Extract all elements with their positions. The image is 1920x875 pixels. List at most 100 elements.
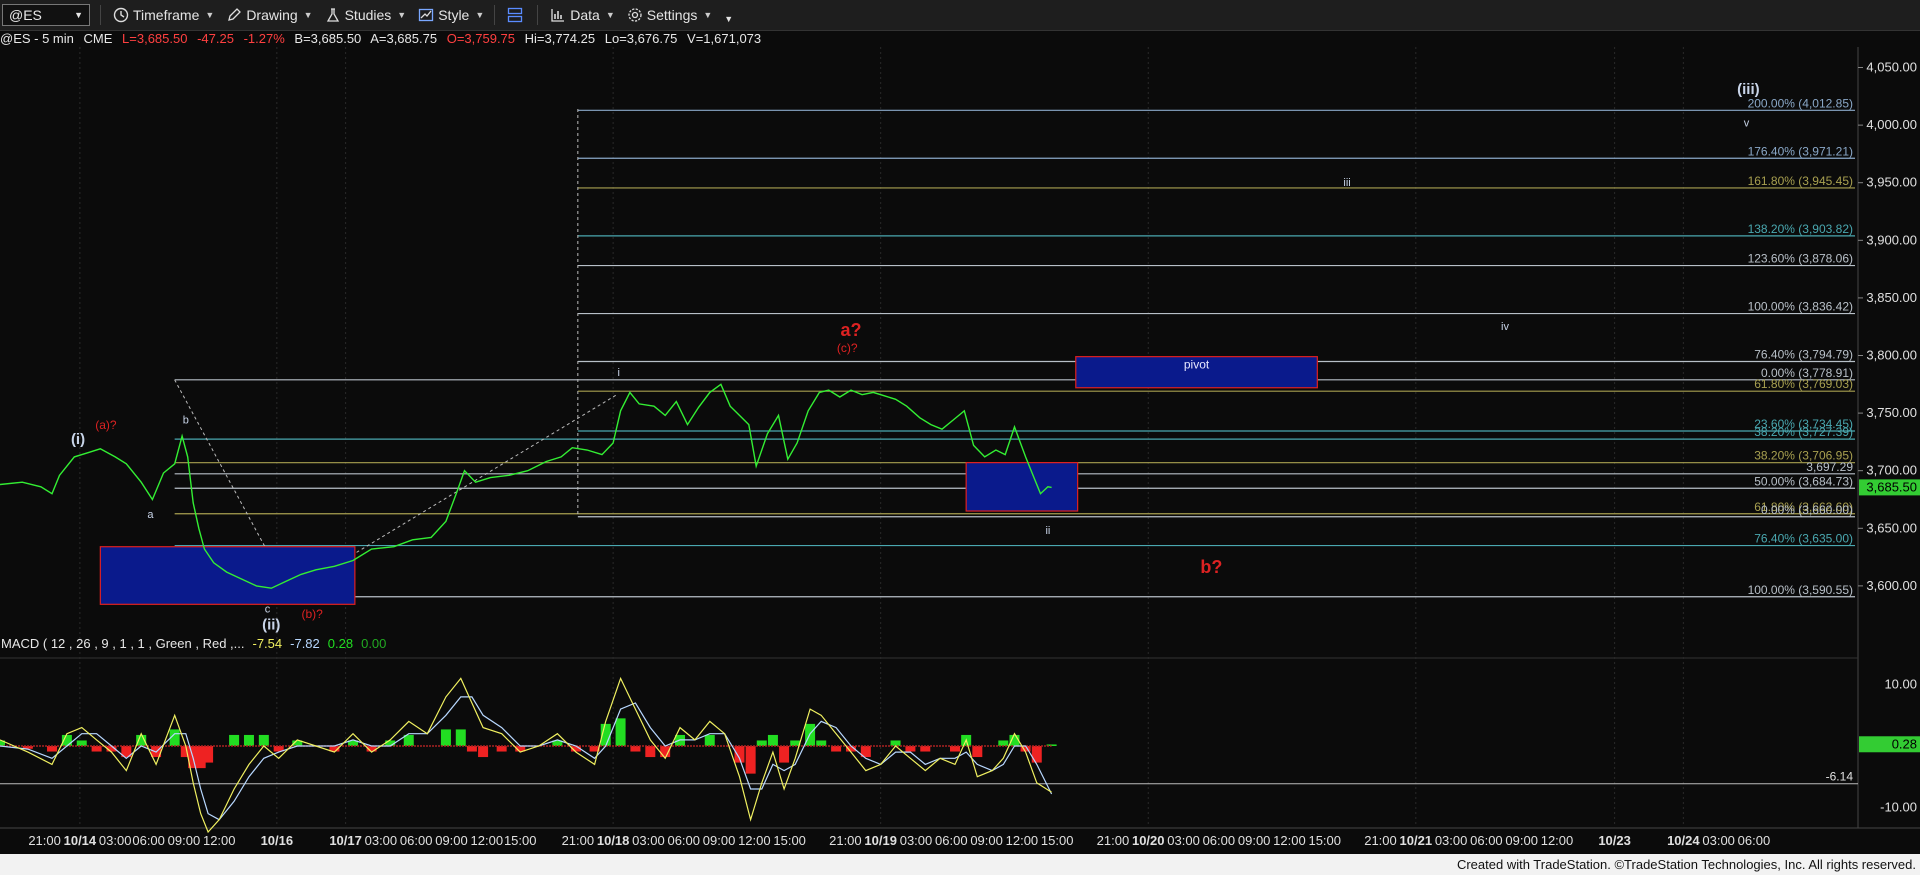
data-icon: [551, 9, 565, 22]
symbol-selector[interactable]: @ES ▼: [2, 4, 90, 26]
time-tick-label: 09:00: [703, 833, 736, 848]
pencil-icon: [228, 8, 242, 21]
toolbar-divider: [100, 5, 101, 25]
macd-histogram-bar: [455, 729, 466, 746]
wave-label: (iii): [1737, 81, 1760, 98]
data-menu[interactable]: Data ▼: [550, 7, 615, 23]
fib-level-label: 3,697.29: [1806, 460, 1853, 474]
fib-level-label: 200.00% (4,012.85): [1748, 96, 1853, 110]
macd-histogram-bar: [920, 746, 931, 752]
info-bid: B=3,685.50: [294, 31, 362, 46]
target-box: [965, 462, 1079, 512]
time-tick-label: 06:00: [132, 833, 165, 848]
data-label: Data: [570, 7, 600, 23]
wave-label: b: [183, 414, 189, 426]
toolbar-overflow[interactable]: ▼: [724, 6, 733, 24]
time-tick-label: 10/14: [64, 833, 97, 848]
studies-menu[interactable]: Studies ▼: [325, 7, 406, 23]
macd-histogram-bar: [972, 746, 983, 758]
time-tick-label: 10/20: [1132, 833, 1165, 848]
macd-histogram-bar: [734, 746, 745, 763]
last-price-label: 3,685.50: [1866, 479, 1917, 494]
macd-histogram-bar: [258, 734, 269, 746]
drawing-menu[interactable]: Drawing ▼: [226, 7, 313, 23]
price-chart[interactable]: 4,050.00 4,000.00 3,950.00 3,900.00 3,850.00…: [0, 47, 1920, 854]
wave-label: b?: [1200, 557, 1222, 577]
price-tick-label: 3,800.00: [1866, 348, 1917, 363]
toolbar-divider: [494, 5, 496, 25]
price-tick-label: 3,950.00: [1866, 175, 1917, 190]
fib-level-label: 38.20% (3,727.39): [1754, 425, 1853, 439]
toolbar-divider: [537, 5, 539, 25]
symbol-value: @ES: [9, 7, 42, 23]
price-tick-label: 3,700.00: [1866, 463, 1917, 478]
macd-value: 0.00: [361, 636, 386, 651]
target-box: [99, 546, 356, 605]
time-tick-label: 03:00: [1435, 833, 1468, 848]
time-tick-label: 03:00: [99, 833, 132, 848]
macd-level-label: -6.14: [1826, 770, 1854, 784]
time-tick-label: 21:00: [1364, 833, 1397, 848]
price-tick-label: 3,600.00: [1866, 578, 1917, 593]
time-tick-label: 15:00: [773, 833, 806, 848]
time-tick-label: 15:00: [1308, 833, 1341, 848]
layout-icon: [508, 7, 523, 23]
fib-level-label: 161.80% (3,945.45): [1748, 174, 1853, 188]
wave-label: iv: [1501, 321, 1509, 333]
wave-label: (b)?: [301, 607, 323, 621]
macd-histogram-bar: [831, 746, 842, 752]
macd-histogram-bar: [890, 740, 901, 746]
macd-histogram-bar: [243, 734, 254, 746]
info-open: O=3,759.75: [446, 31, 516, 46]
macd-histogram-bar: [767, 734, 778, 746]
settings-menu[interactable]: Settings ▼: [627, 7, 712, 23]
time-tick-label: 10/18: [597, 833, 630, 848]
macd-histogram-bar: [440, 729, 451, 746]
timeframe-menu[interactable]: Timeframe ▼: [113, 7, 214, 23]
price-tick-label: 3,850.00: [1866, 290, 1917, 305]
macd-histogram-bar: [704, 734, 715, 746]
info-last: L=3,685.50: [122, 31, 188, 46]
fib-level-label: 61.80% (3,769.03): [1754, 377, 1853, 391]
caret-down-icon: ▼: [303, 10, 313, 20]
macd-histogram-bar: [998, 740, 1009, 746]
fib-level-label: 176.40% (3,971.21): [1748, 144, 1853, 158]
fib-level-label: 76.40% (3,635.00): [1754, 532, 1853, 546]
price-axis-panel: [1858, 47, 1920, 854]
studies-label: Studies: [344, 7, 392, 23]
copyright-text: Created with TradeStation. ©TradeStation…: [1456, 857, 1916, 872]
info-low: Lo=3,676.75: [604, 31, 678, 46]
macd-histogram-bar: [745, 746, 756, 774]
style-menu[interactable]: Style ▼: [418, 7, 484, 23]
time-tick-label: 12:00: [1006, 833, 1039, 848]
pivot-label: pivot: [1184, 358, 1210, 372]
layout-button[interactable]: [507, 7, 527, 23]
price-tick-label: 3,750.00: [1866, 405, 1917, 420]
time-tick-label: 10/17: [329, 833, 362, 848]
time-tick-label: 06:00: [935, 833, 968, 848]
time-tick-label: 10/16: [261, 833, 294, 848]
fib-level-label: 138.20% (3,903.82): [1748, 222, 1853, 236]
info-exchange: CME: [83, 31, 113, 46]
info-symbol: @ES - 5 min: [0, 31, 74, 46]
macd-histogram-bar: [496, 746, 507, 752]
macd-histogram-bar: [779, 746, 790, 763]
fib-level-label: 50.00% (3,684.73): [1754, 474, 1853, 488]
fib-level-label: 100.00% (3,836.42): [1748, 300, 1853, 314]
time-tick-label: 21:00: [829, 833, 862, 848]
fib-level-label: 76.40% (3,794.79): [1754, 348, 1853, 362]
macd-value: MACD ( 12 , 26 , 9 , 1 , 1 , Green , Red…: [1, 636, 245, 651]
macd-tick-label: -10.00: [1880, 799, 1917, 814]
time-tick-label: 21:00: [1097, 833, 1130, 848]
price-tick-label: 4,000.00: [1866, 117, 1917, 132]
wave-label: iii: [1343, 177, 1350, 189]
time-tick-label: 12:00: [1273, 833, 1306, 848]
macd-value: -7.82: [290, 636, 320, 651]
caret-down-icon: ▼: [205, 10, 215, 20]
fib-level-label: 123.60% (3,878.06): [1748, 252, 1853, 266]
time-tick-label: 03:00: [900, 833, 933, 848]
price-tick-label: 3,650.00: [1866, 520, 1917, 535]
style-label: Style: [438, 7, 470, 23]
macd-histogram-bar: [1031, 746, 1042, 763]
macd-histogram-bar: [91, 746, 102, 752]
